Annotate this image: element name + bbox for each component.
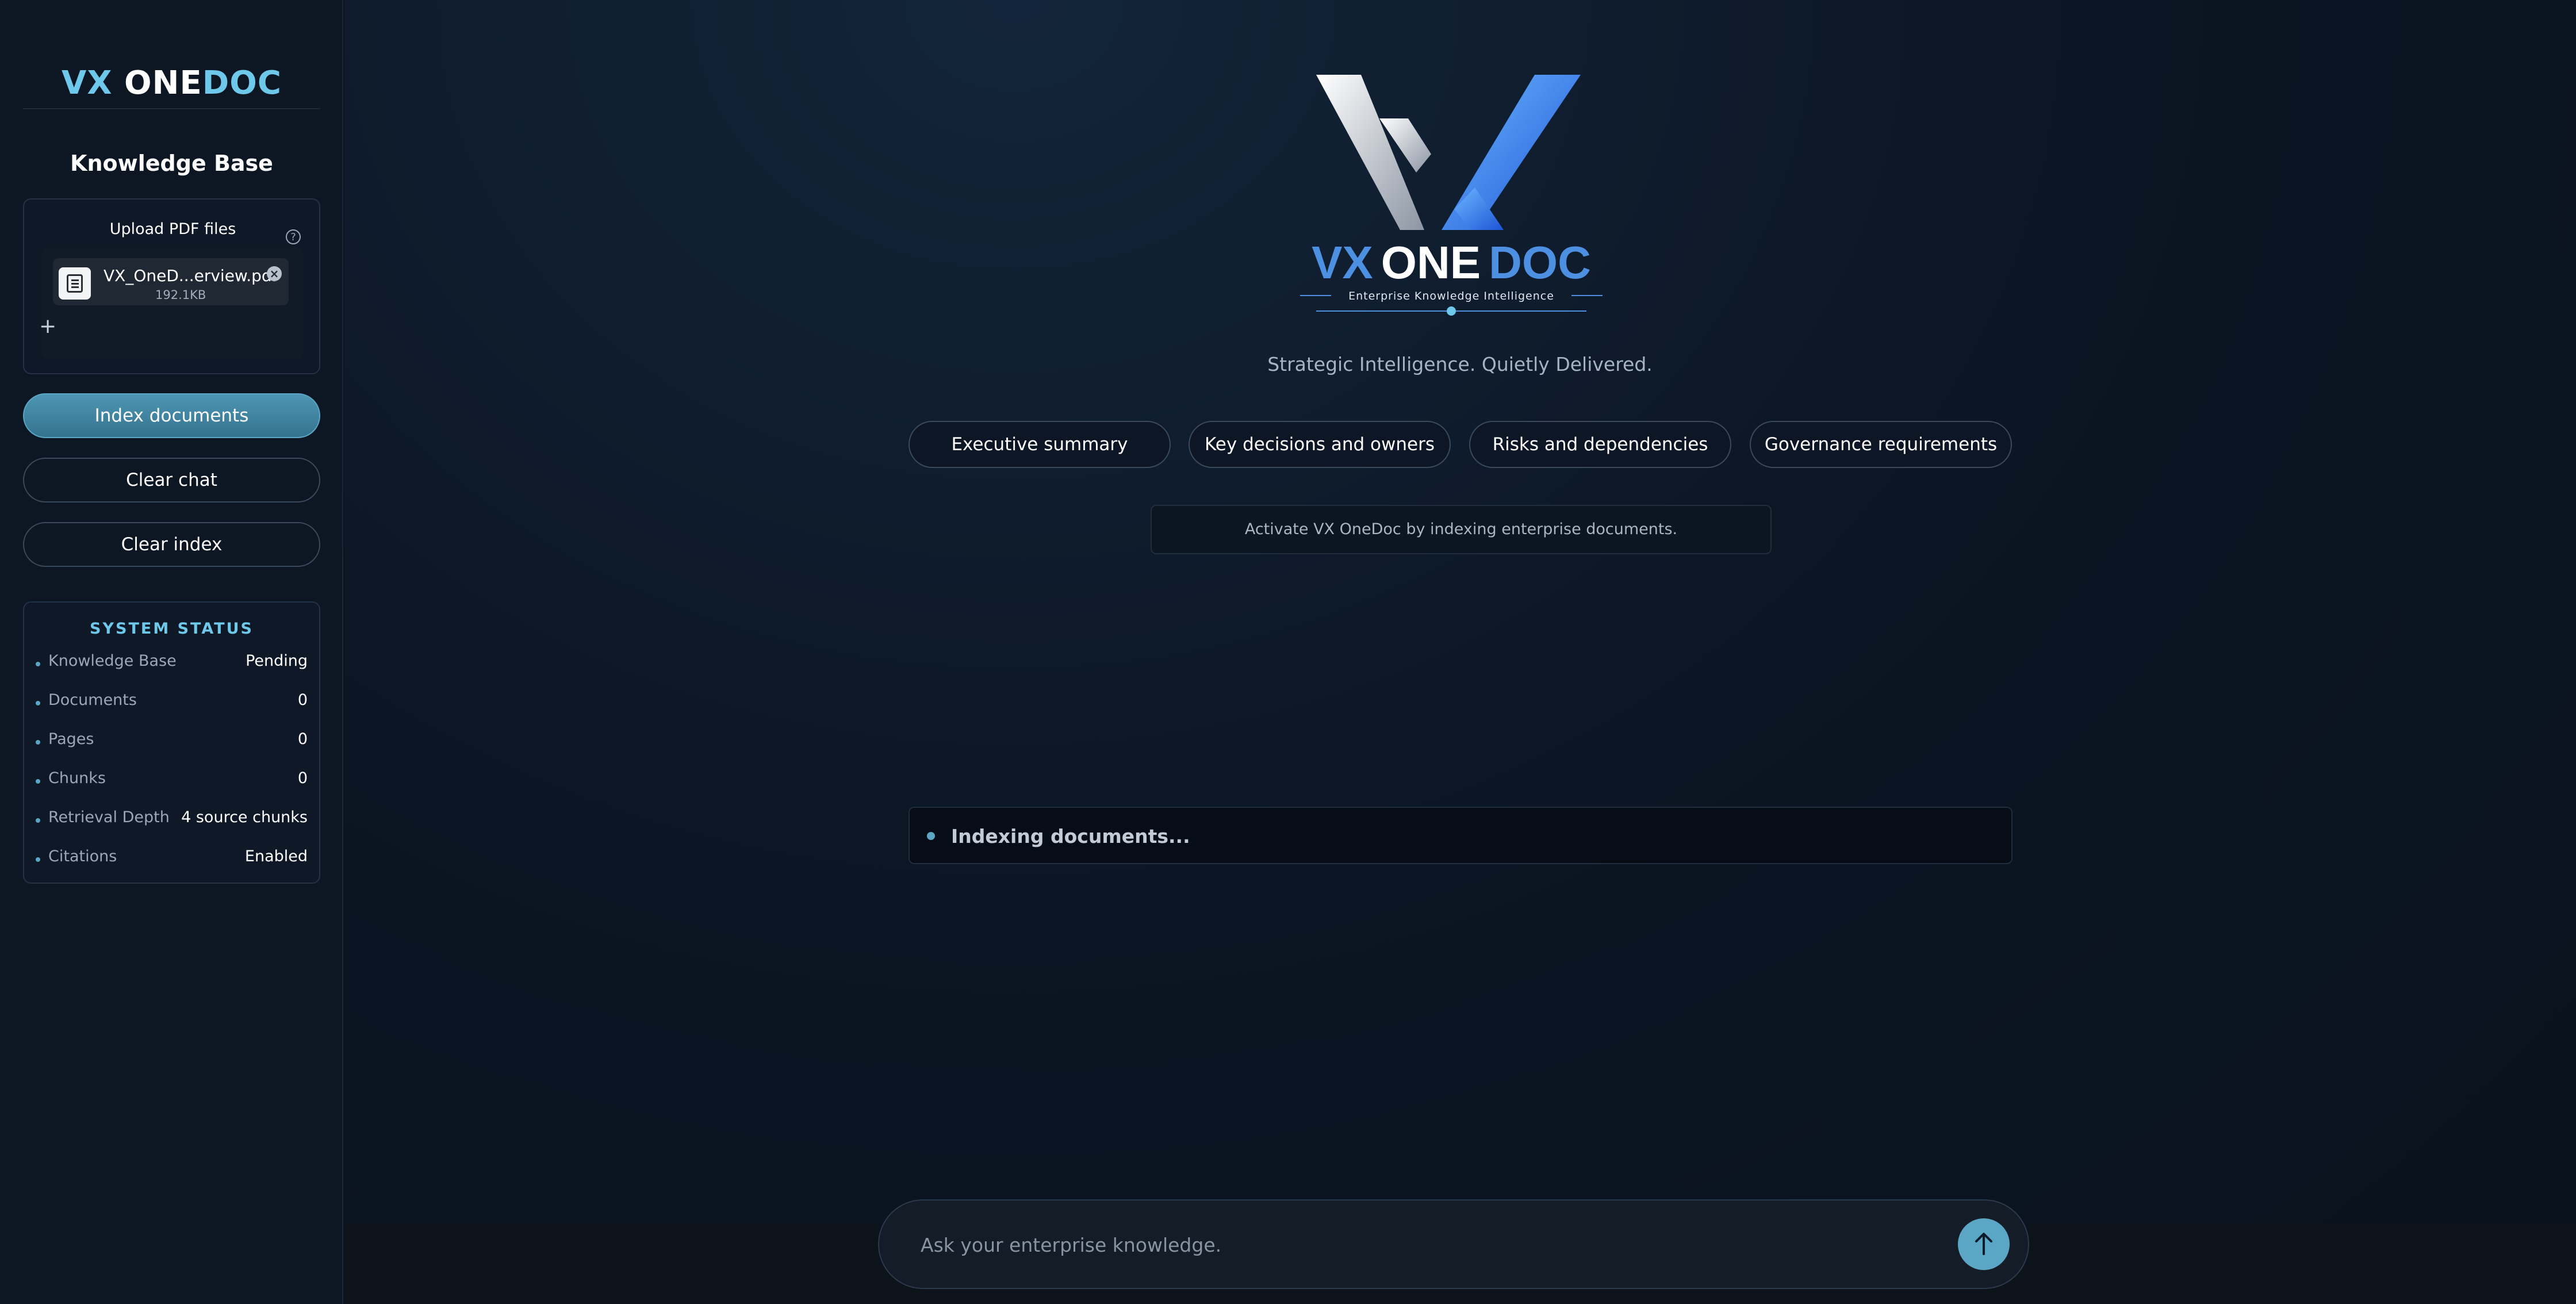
knowledge-base-title: Knowledge Base bbox=[70, 151, 273, 176]
question-circle-icon[interactable]: ? bbox=[286, 229, 301, 244]
upload-label: Upload PDF files bbox=[109, 220, 236, 238]
chip-governance-requirements[interactable]: Governance requirements bbox=[1750, 421, 2012, 468]
file-name: VX_OneD...erview.pdf bbox=[103, 266, 278, 285]
logo-subtitle: Enterprise Knowledge Intelligence bbox=[1348, 290, 1554, 302]
status-row-documents: Documents 0 bbox=[36, 691, 308, 714]
send-button[interactable] bbox=[1958, 1218, 2010, 1270]
sidebar: VX ONEDOC Knowledge Base Upload PDF file… bbox=[0, 0, 343, 1304]
indexing-status: Indexing documents... bbox=[908, 807, 2012, 864]
status-row-chunks: Chunks 0 bbox=[36, 769, 308, 792]
chat-input-bar bbox=[878, 1199, 2029, 1289]
file-dropzone[interactable]: VX_OneD...erview.pdf 192.1KB × bbox=[41, 248, 303, 358]
brand-logo: VX ONEDOC bbox=[62, 64, 282, 102]
arrow-up-icon bbox=[1975, 1233, 1992, 1255]
logo-vx: VX bbox=[1312, 237, 1373, 288]
status-row-retrieval-depth: Retrieval Depth 4 source chunks bbox=[36, 808, 308, 831]
clear-index-button[interactable]: Clear index bbox=[23, 522, 320, 567]
tagline: Strategic Intelligence. Quietly Delivere… bbox=[1267, 353, 1653, 375]
status-dot-icon bbox=[927, 832, 935, 840]
chip-executive-summary[interactable]: Executive summary bbox=[908, 421, 1171, 468]
chip-risks-dependencies[interactable]: Risks and dependencies bbox=[1469, 421, 1731, 468]
indexing-text: Indexing documents... bbox=[951, 825, 1190, 847]
file-size: 192.1KB bbox=[155, 288, 206, 302]
status-row-knowledge-base: Knowledge Base Pending bbox=[36, 652, 308, 675]
uploaded-file-chip: VX_OneD...erview.pdf 192.1KB × bbox=[53, 258, 289, 305]
system-status-title: SYSTEM STATUS bbox=[90, 620, 254, 638]
chat-input[interactable] bbox=[919, 1224, 1899, 1266]
pdf-upload-panel: Upload PDF files ? VX_OneD...erview.pdf … bbox=[23, 198, 320, 374]
activation-hint: Activate VX OneDoc by indexing enterpris… bbox=[1151, 505, 1772, 554]
logo-one: ONE bbox=[1381, 237, 1481, 288]
logo-doc: DOC bbox=[1489, 237, 1591, 288]
status-row-pages: Pages 0 bbox=[36, 730, 308, 753]
brand-divider bbox=[23, 108, 320, 109]
status-row-citations: Citations Enabled bbox=[36, 847, 308, 870]
main-panel: VX ONE DOC Enterprise Knowledge Intelligen… bbox=[344, 0, 2576, 1304]
remove-file-icon[interactable]: × bbox=[267, 266, 282, 281]
chip-key-decisions[interactable]: Key decisions and owners bbox=[1189, 421, 1451, 468]
svg-text:VXONEDOC: VX ONE DOC bbox=[1312, 237, 1591, 288]
document-icon bbox=[59, 267, 91, 300]
system-status-panel: SYSTEM STATUS Knowledge Base Pending Docu… bbox=[23, 601, 320, 884]
clear-chat-button[interactable]: Clear chat bbox=[23, 458, 320, 503]
vx-onedoc-logo: VX ONE DOC Enterprise Knowledge Intelligen… bbox=[1300, 75, 1603, 316]
index-documents-button[interactable]: Index documents bbox=[23, 393, 320, 438]
plus-icon[interactable]: + bbox=[39, 316, 56, 337]
